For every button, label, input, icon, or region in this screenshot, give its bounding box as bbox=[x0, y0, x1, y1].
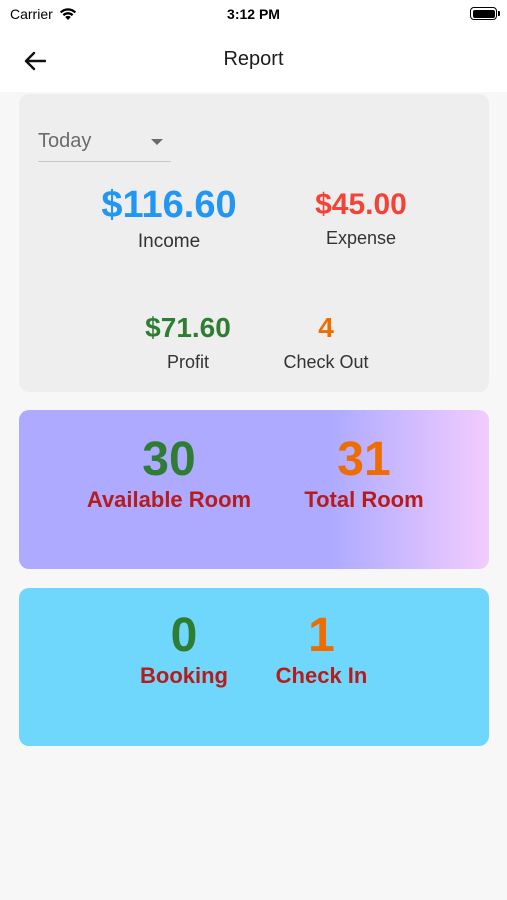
available-room-label: Available Room bbox=[86, 486, 252, 512]
profit-label: Profit bbox=[166, 352, 209, 372]
page-title: Report bbox=[223, 48, 284, 70]
period-value: Today bbox=[38, 130, 92, 152]
rooms-card: 30 Available Room 31 Total Room bbox=[19, 410, 489, 569]
booking-label: Booking bbox=[140, 662, 228, 688]
income-value: $116.60 bbox=[101, 184, 237, 226]
status-bar: Carrier 3:12 PM bbox=[0, 0, 507, 28]
summary-card: Today $116.60 Income $45.00 Expense $71.… bbox=[19, 94, 489, 392]
income-label: Income bbox=[137, 231, 201, 252]
booking-stat: 0 Booking bbox=[119, 609, 249, 689]
check-out-value: 4 bbox=[318, 312, 334, 343]
expense-label: Expense bbox=[325, 228, 397, 248]
app-bar: Report bbox=[0, 28, 507, 92]
check-out-label: Check Out bbox=[283, 352, 369, 372]
total-room-stat: 31 Total Room bbox=[289, 433, 439, 513]
income-stat: $116.60 Income bbox=[69, 184, 269, 253]
check-in-label: Check In bbox=[275, 662, 368, 688]
expense-stat: $45.00 Expense bbox=[281, 188, 441, 249]
booking-value: 0 bbox=[170, 609, 198, 662]
total-room-label: Total Room bbox=[304, 486, 424, 512]
total-room-value: 31 bbox=[337, 433, 391, 486]
profit-stat: $71.60 Profit bbox=[113, 312, 263, 373]
period-dropdown[interactable]: Today bbox=[38, 128, 171, 162]
check-out-stat: 4 Check Out bbox=[271, 312, 381, 373]
available-room-stat: 30 Available Room bbox=[69, 433, 269, 513]
profit-value: $71.60 bbox=[145, 312, 231, 343]
status-time: 3:12 PM bbox=[227, 6, 280, 22]
check-in-value: 1 bbox=[308, 609, 335, 662]
check-in-stat: 1 Check In bbox=[259, 609, 384, 689]
expense-value: $45.00 bbox=[315, 188, 407, 221]
bookings-card: 0 Booking 1 Check In bbox=[19, 588, 489, 746]
available-room-value: 30 bbox=[142, 433, 196, 486]
battery-icon bbox=[470, 7, 500, 20]
dropdown-arrow-icon bbox=[151, 139, 163, 145]
